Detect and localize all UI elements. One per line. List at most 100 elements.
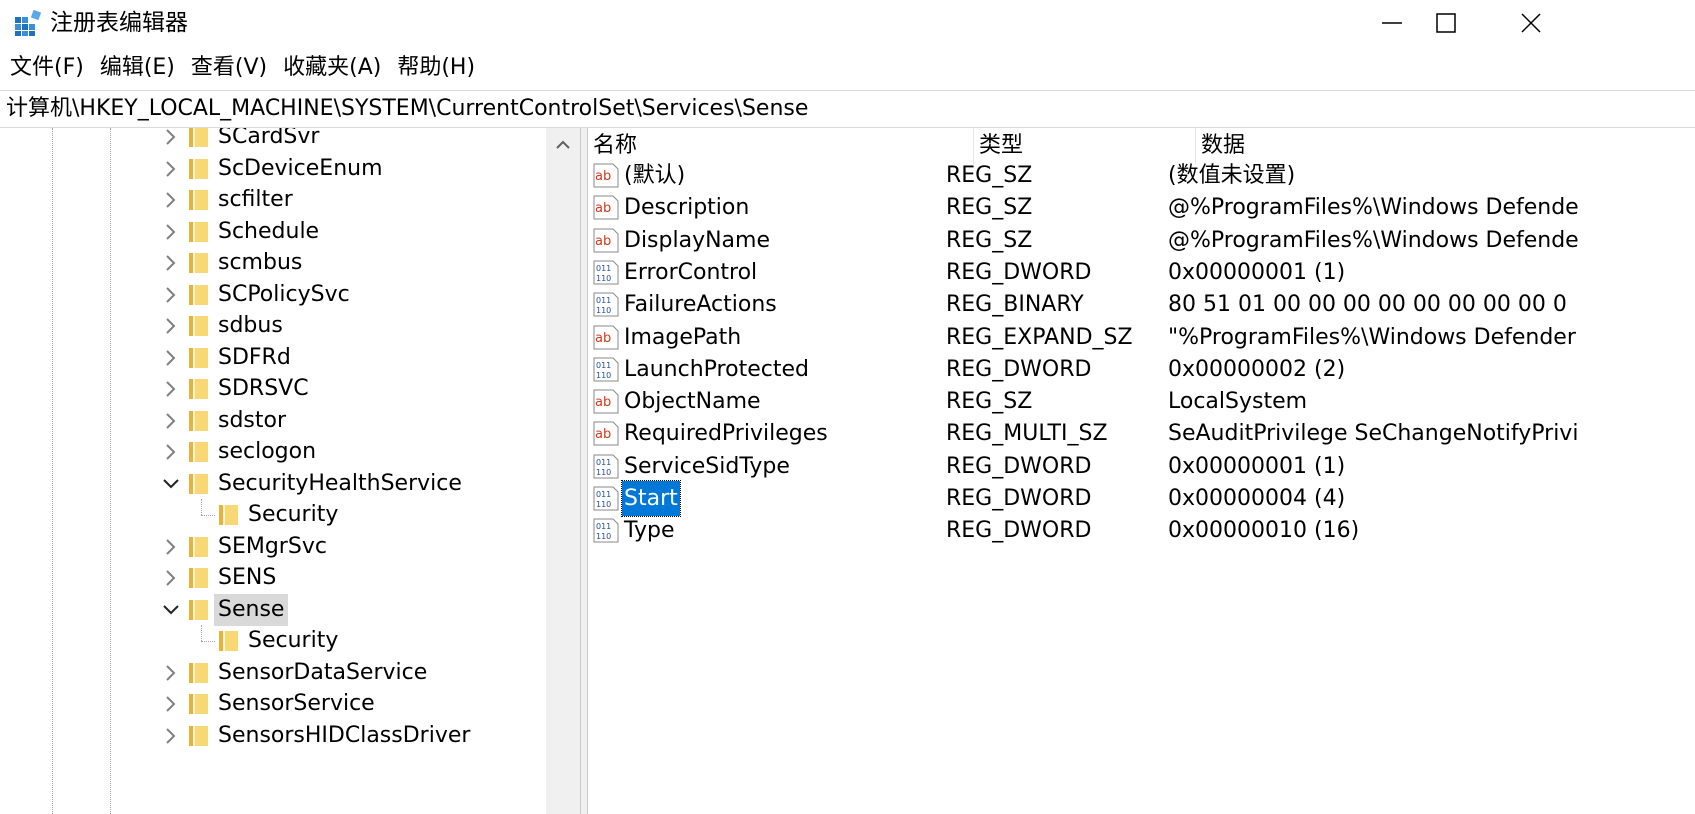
tree-item[interactable]: sdbus bbox=[0, 310, 546, 342]
tree-item-label[interactable]: SEMgrSvc bbox=[214, 531, 331, 563]
value-name[interactable]: ObjectName bbox=[622, 384, 763, 419]
menu-edit[interactable]: 编辑(E) bbox=[92, 50, 183, 86]
tree-item-label[interactable]: Schedule bbox=[214, 216, 323, 248]
tree-item-label[interactable]: sdstor bbox=[214, 405, 290, 437]
tree-item[interactable]: SCPolicySvc bbox=[0, 279, 546, 311]
value-row[interactable]: ab DisplayName REG_SZ @%ProgramFiles%\Windo… bbox=[588, 223, 1695, 258]
value-name[interactable]: DisplayName bbox=[622, 223, 772, 258]
chevron-right-icon[interactable] bbox=[161, 222, 181, 242]
address-path[interactable]: 计算机\HKEY_LOCAL_MACHINE\SYSTEM\CurrentCon… bbox=[6, 91, 808, 127]
tree-item-label[interactable]: ScDeviceEnum bbox=[214, 153, 387, 185]
tree-item-label[interactable]: SCardSvr bbox=[214, 128, 323, 153]
tree-item-label[interactable]: scmbus bbox=[214, 247, 306, 279]
close-button[interactable] bbox=[1485, 0, 1577, 46]
address-bar[interactable]: 计算机\HKEY_LOCAL_MACHINE\SYSTEM\CurrentCon… bbox=[0, 90, 1695, 128]
tree-item[interactable]: Security bbox=[0, 499, 546, 531]
tree-item[interactable]: SCardSvr bbox=[0, 128, 546, 153]
chevron-right-icon[interactable] bbox=[161, 285, 181, 305]
value-name[interactable]: ServiceSidType bbox=[622, 449, 792, 484]
tree-item-label[interactable]: seclogon bbox=[214, 436, 320, 468]
value-name[interactable]: Description bbox=[622, 190, 751, 225]
tree-item-label[interactable]: SensorDataService bbox=[214, 657, 431, 689]
chevron-right-icon[interactable] bbox=[161, 348, 181, 368]
string-value-icon: ab bbox=[593, 325, 619, 349]
pane-splitter[interactable] bbox=[580, 128, 588, 814]
value-row[interactable]: 011 110 ServiceSidType REG_DWORD 0x00000001 … bbox=[588, 449, 1695, 484]
maximize-button[interactable] bbox=[1400, 0, 1492, 46]
value-name[interactable]: (默认) bbox=[622, 158, 687, 193]
tree-item-label[interactable]: SensorService bbox=[214, 688, 379, 720]
tree-scrollbar[interactable] bbox=[546, 128, 580, 814]
tree-item-label[interactable]: SensorsHIDClassDriver bbox=[214, 720, 474, 752]
tree-item-label[interactable]: sdbus bbox=[214, 310, 287, 342]
values-list[interactable]: 名称 类型 数据 ab (默认) REG_SZ (数值未设置) ab Descriptio… bbox=[588, 128, 1695, 814]
tree-item[interactable]: SensorService bbox=[0, 688, 546, 720]
chevron-right-icon[interactable] bbox=[161, 726, 181, 746]
tree-item[interactable]: seclogon bbox=[0, 436, 546, 468]
menu-view[interactable]: 查看(V) bbox=[183, 50, 275, 86]
value-name[interactable]: ImagePath bbox=[622, 320, 743, 355]
tree-item-label[interactable]: SCPolicySvc bbox=[214, 279, 354, 311]
chevron-right-icon[interactable] bbox=[161, 159, 181, 179]
tree-item[interactable]: SENS bbox=[0, 562, 546, 594]
value-name[interactable]: ErrorControl bbox=[622, 255, 759, 290]
tree-item[interactable]: scmbus bbox=[0, 247, 546, 279]
tree-item-label[interactable]: SecurityHealthService bbox=[214, 468, 466, 500]
chevron-right-icon[interactable] bbox=[161, 379, 181, 399]
value-name[interactable]: LaunchProtected bbox=[622, 352, 811, 387]
chevron-right-icon[interactable] bbox=[161, 442, 181, 462]
tree-item[interactable]: sdstor bbox=[0, 405, 546, 437]
tree-item-label[interactable]: Security bbox=[244, 625, 342, 657]
value-row[interactable]: 011 110 Start REG_DWORD 0x00000004 (4) bbox=[588, 480, 1695, 517]
tree-item[interactable]: ScDeviceEnum bbox=[0, 153, 546, 185]
value-row[interactable]: 011 110 FailureActions REG_BINARY 80 51 01 0… bbox=[588, 287, 1695, 322]
tree-item[interactable]: Security bbox=[0, 625, 546, 657]
chevron-down-icon[interactable] bbox=[161, 600, 181, 620]
value-name[interactable]: RequiredPrivileges bbox=[622, 416, 830, 451]
value-data: "%ProgramFiles%\Windows Defender bbox=[1168, 324, 1576, 350]
value-row[interactable]: 011 110 ErrorControl REG_DWORD 0x00000001 (1… bbox=[588, 255, 1695, 290]
chevron-right-icon[interactable] bbox=[161, 190, 181, 210]
value-row[interactable]: ab ImagePath REG_EXPAND_SZ "%ProgramFiles%\… bbox=[588, 320, 1695, 355]
tree-item-label[interactable]: Security bbox=[244, 499, 342, 531]
value-row[interactable]: 011 110 LaunchProtected REG_DWORD 0x00000002… bbox=[588, 352, 1695, 387]
chevron-right-icon[interactable] bbox=[161, 568, 181, 588]
tree-item[interactable]: Schedule bbox=[0, 216, 546, 248]
value-row[interactable]: ab (默认) REG_SZ (数值未设置) bbox=[588, 158, 1695, 193]
tree-item[interactable]: SensorDataService bbox=[0, 657, 546, 689]
menu-file[interactable]: 文件(F) bbox=[0, 50, 92, 86]
chevron-right-icon[interactable] bbox=[161, 663, 181, 683]
chevron-down-icon[interactable] bbox=[161, 474, 181, 494]
menu-help[interactable]: 帮助(H) bbox=[389, 50, 483, 86]
value-row[interactable]: ab Description REG_SZ @%ProgramFiles%\Windo… bbox=[588, 190, 1695, 225]
tree-item[interactable]: SensorsHIDClassDriver bbox=[0, 720, 546, 752]
chevron-right-icon[interactable] bbox=[161, 316, 181, 336]
tree-item[interactable]: scfilter bbox=[0, 184, 546, 216]
value-row[interactable]: 011 110 Type REG_DWORD 0x00000010 (16) bbox=[588, 513, 1695, 548]
tree-item[interactable]: SDFRd bbox=[0, 342, 546, 374]
tree-item-label[interactable]: Sense bbox=[214, 593, 289, 626]
chevron-right-icon[interactable] bbox=[161, 411, 181, 431]
tree-item-label[interactable]: SENS bbox=[214, 562, 280, 594]
value-row[interactable]: ab RequiredPrivileges REG_MULTI_SZ SeAuditP… bbox=[588, 416, 1695, 451]
tree-item-label[interactable]: scfilter bbox=[214, 184, 297, 216]
tree-item-label[interactable]: SDRSVC bbox=[214, 373, 313, 405]
tree-item[interactable]: SecurityHealthService bbox=[0, 468, 546, 500]
value-row[interactable]: ab ObjectName REG_SZ LocalSystem bbox=[588, 384, 1695, 419]
value-name[interactable]: Start bbox=[621, 480, 681, 517]
tree-item[interactable]: Sense bbox=[0, 593, 546, 626]
chevron-right-icon[interactable] bbox=[161, 253, 181, 273]
value-type: REG_EXPAND_SZ bbox=[946, 324, 1133, 350]
tree-item-label[interactable]: SDFRd bbox=[214, 342, 295, 374]
tree-item[interactable]: SDRSVC bbox=[0, 373, 546, 405]
tree-item[interactable]: SEMgrSvc bbox=[0, 531, 546, 563]
key-tree[interactable]: SCardSvr ScDeviceEnum scfilter Schedule scmb… bbox=[0, 128, 580, 814]
value-name[interactable]: Type bbox=[622, 513, 677, 548]
chevron-right-icon[interactable] bbox=[161, 694, 181, 714]
menu-favorites[interactable]: 收藏夹(A) bbox=[275, 50, 389, 86]
scroll-up-button[interactable] bbox=[546, 128, 580, 162]
value-name[interactable]: FailureActions bbox=[622, 287, 779, 322]
chevron-right-icon[interactable] bbox=[161, 128, 181, 147]
svg-text:ab: ab bbox=[595, 169, 611, 184]
chevron-right-icon[interactable] bbox=[161, 537, 181, 557]
